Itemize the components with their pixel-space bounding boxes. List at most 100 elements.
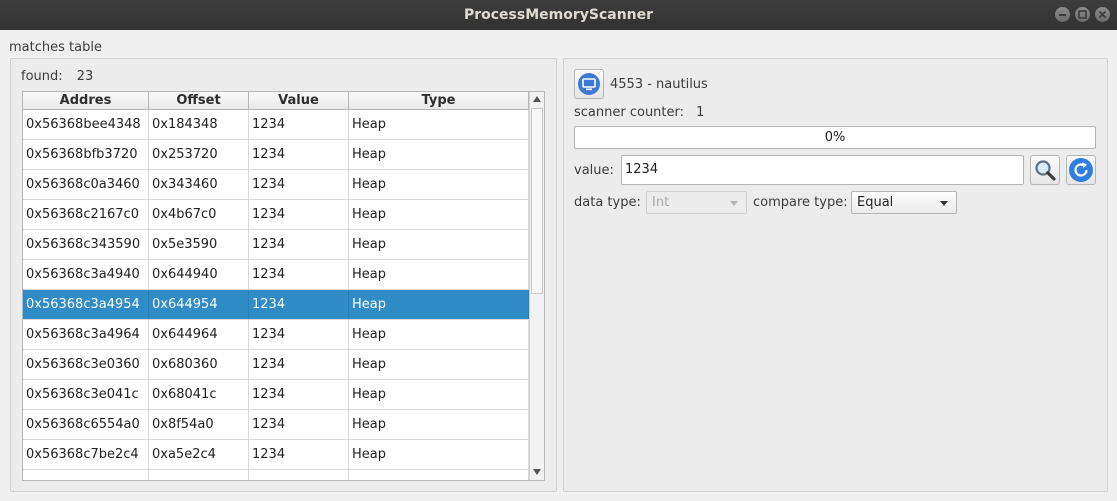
scroll-up-arrow[interactable]	[530, 92, 544, 106]
table-row[interactable]: 0x56368c3a4964 0x644964 1234 Heap	[23, 320, 529, 350]
cell-value: 1234	[249, 290, 349, 319]
cell-type: Heap	[349, 350, 529, 379]
cell-type: Heap	[349, 410, 529, 439]
table-row[interactable]: 0x56368c7be2c4 0xa5e2c4 1234 Heap	[23, 440, 529, 470]
cell-type: Heap	[349, 230, 529, 259]
cell-offset: 0x644954	[149, 290, 249, 319]
scanner-counter-label: scanner counter:	[574, 105, 685, 120]
table-row[interactable]: 0x56368c3a4940 0x644940 1234 Heap	[23, 260, 529, 290]
table-row[interactable]: 0x56368c6554a0 0x8f54a0 1234 Heap	[23, 410, 529, 440]
cell-offset: 0x644964	[149, 320, 249, 349]
cell-type: Heap	[349, 440, 529, 469]
cell-offset: 0x184348	[149, 110, 249, 139]
window-title: ProcessMemoryScanner	[463, 7, 654, 23]
matches-table-label: matches table	[9, 40, 102, 55]
cell-address: 0x56368c2167c0	[23, 200, 149, 229]
triangle-up-icon	[533, 96, 541, 102]
table-row[interactable]: 0x56368bee4348 0x184348 1234 Heap	[23, 110, 529, 140]
maximize-button[interactable]	[1075, 7, 1090, 22]
data-type-select[interactable]: Int	[646, 191, 747, 214]
cell-type: Heap	[349, 110, 529, 139]
cell-offset: 0x68041c	[149, 380, 249, 409]
matches-table[interactable]: Addres Offset Value Type 0x56368bee4348 …	[22, 91, 545, 481]
cell-offset: 0x4b67c0	[149, 200, 249, 229]
compare-type-value: Equal	[857, 195, 894, 210]
cell-value: 1234	[249, 320, 349, 349]
scroll-down-arrow[interactable]	[530, 465, 544, 479]
cell-address: 0x56368c7be2c4	[23, 440, 149, 469]
cell-type: Heap	[349, 290, 529, 319]
table-scrollbar[interactable]	[529, 92, 544, 480]
cell-address: 0x56368c3e041c	[23, 380, 149, 409]
cell-address: 0x56368c6554a0	[23, 410, 149, 439]
table-row[interactable]	[23, 470, 529, 480]
select-process-button[interactable]	[574, 69, 604, 99]
cell-address: 0x56368c3e0360	[23, 350, 149, 379]
table-body: 0x56368bee4348 0x184348 1234 Heap 0x5636…	[23, 110, 529, 480]
compare-type-select[interactable]: Equal	[851, 191, 957, 214]
column-header-offset[interactable]: Offset	[149, 92, 249, 109]
cell-offset: 0x680360	[149, 350, 249, 379]
scan-progress-bar: 0%	[574, 126, 1096, 149]
cell-value: 1234	[249, 410, 349, 439]
cell-value: 1234	[249, 140, 349, 169]
cell-offset: 0x343460	[149, 170, 249, 199]
cell-type: Heap	[349, 140, 529, 169]
cell-address: 0x56368c0a3460	[23, 170, 149, 199]
cell-type: Heap	[349, 200, 529, 229]
cell-type	[349, 470, 529, 480]
search-button[interactable]	[1030, 155, 1060, 185]
triangle-down-icon	[533, 469, 541, 475]
cell-value: 1234	[249, 170, 349, 199]
cell-offset: 0xa5e2c4	[149, 440, 249, 469]
table-row[interactable]: 0x56368bfb3720 0x253720 1234 Heap	[23, 140, 529, 170]
cell-address: 0x56368bfb3720	[23, 140, 149, 169]
cell-value: 1234	[249, 200, 349, 229]
cell-type: Heap	[349, 320, 529, 349]
cell-type: Heap	[349, 260, 529, 289]
cell-offset: 0x8f54a0	[149, 410, 249, 439]
cell-value: 1234	[249, 440, 349, 469]
value-label: value:	[574, 163, 614, 178]
data-type-label: data type:	[574, 195, 641, 210]
found-counter: found: 23	[21, 69, 93, 84]
scanner-counter-value: 1	[696, 105, 705, 120]
table-row[interactable]: 0x56368c0a3460 0x343460 1234 Heap	[23, 170, 529, 200]
title-bar: ProcessMemoryScanner	[0, 0, 1117, 30]
cell-address: 0x56368c3a4940	[23, 260, 149, 289]
column-header-type[interactable]: Type	[349, 92, 529, 109]
magnifier-icon	[1035, 160, 1056, 181]
close-icon	[1098, 10, 1107, 19]
found-count: 23	[76, 69, 94, 84]
compare-type-label: compare type:	[753, 195, 848, 210]
column-header-address[interactable]: Addres	[23, 92, 149, 109]
data-type-value: Int	[652, 195, 670, 210]
cell-address: 0x56368c3a4954	[23, 290, 149, 319]
table-header: Addres Offset Value Type	[23, 92, 529, 110]
scanner-counter: scanner counter: 1	[574, 105, 704, 120]
cell-value: 1234	[249, 110, 349, 139]
monitor-icon	[578, 73, 600, 95]
found-label: found:	[21, 69, 63, 84]
process-label: 4553 - nautilus	[610, 77, 708, 92]
minimize-button[interactable]	[1055, 7, 1070, 22]
cell-offset: 0x644940	[149, 260, 249, 289]
table-row[interactable]: 0x56368c343590 0x5e3590 1234 Heap	[23, 230, 529, 260]
scrollbar-thumb[interactable]	[531, 108, 543, 294]
table-row[interactable]: 0x56368c3e041c 0x68041c 1234 Heap	[23, 380, 529, 410]
cell-address: 0x56368c3a4964	[23, 320, 149, 349]
cell-value: 1234	[249, 260, 349, 289]
value-input[interactable]: 1234	[621, 155, 1024, 185]
cell-value: 1234	[249, 380, 349, 409]
scanner-group	[563, 58, 1108, 492]
table-row[interactable]: 0x56368c2167c0 0x4b67c0 1234 Heap	[23, 200, 529, 230]
refresh-button[interactable]	[1066, 155, 1096, 185]
cell-value: 1234	[249, 230, 349, 259]
cell-offset: 0x253720	[149, 140, 249, 169]
cell-offset	[149, 470, 249, 480]
cell-type: Heap	[349, 380, 529, 409]
table-row[interactable]: 0x56368c3e0360 0x680360 1234 Heap	[23, 350, 529, 380]
table-row-selected[interactable]: 0x56368c3a4954 0x644954 1234 Heap	[23, 290, 529, 320]
column-header-value[interactable]: Value	[249, 92, 349, 109]
close-button[interactable]	[1095, 7, 1110, 22]
